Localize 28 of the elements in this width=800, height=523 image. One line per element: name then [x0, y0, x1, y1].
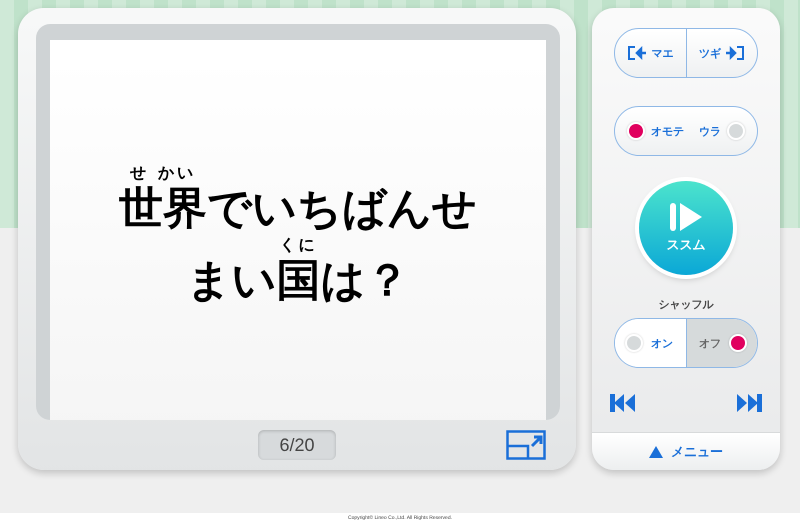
enter-arrow-icon: [724, 45, 745, 61]
question-text: 国: [276, 255, 320, 307]
page-counter: 6/20: [258, 430, 336, 460]
question-text: まい: [186, 255, 276, 307]
exit-arrow-icon: [627, 45, 648, 61]
status-dot: [727, 122, 745, 140]
question-text: は？: [320, 255, 410, 307]
previous-button[interactable]: マエ: [615, 29, 686, 77]
triangle-up-icon: [649, 446, 663, 458]
question-text: 世界: [119, 183, 207, 235]
shuffle-option[interactable]: オン: [615, 319, 686, 367]
status-dot: [625, 334, 643, 352]
advance-button[interactable]: ススム: [639, 181, 733, 275]
status-dot: [729, 334, 747, 352]
shuffle-option[interactable]: オフ: [686, 319, 757, 367]
side-option[interactable]: オモテ: [615, 107, 686, 155]
furigana-text: せ かい: [130, 163, 196, 183]
furigana-text: くに: [280, 235, 318, 255]
skip-forward-icon[interactable]: [736, 394, 762, 412]
status-dot: [627, 122, 645, 140]
shuffle-label: シャッフル: [658, 297, 714, 312]
question-text: でいちばんせ: [207, 183, 477, 235]
play-icon: [668, 202, 704, 232]
next-button[interactable]: ツギ: [686, 29, 757, 77]
skip-back-icon[interactable]: [610, 394, 636, 412]
menu-button[interactable]: メニュー: [592, 432, 780, 470]
expand-icon[interactable]: [506, 430, 546, 460]
side-option[interactable]: ウラ: [686, 107, 757, 155]
